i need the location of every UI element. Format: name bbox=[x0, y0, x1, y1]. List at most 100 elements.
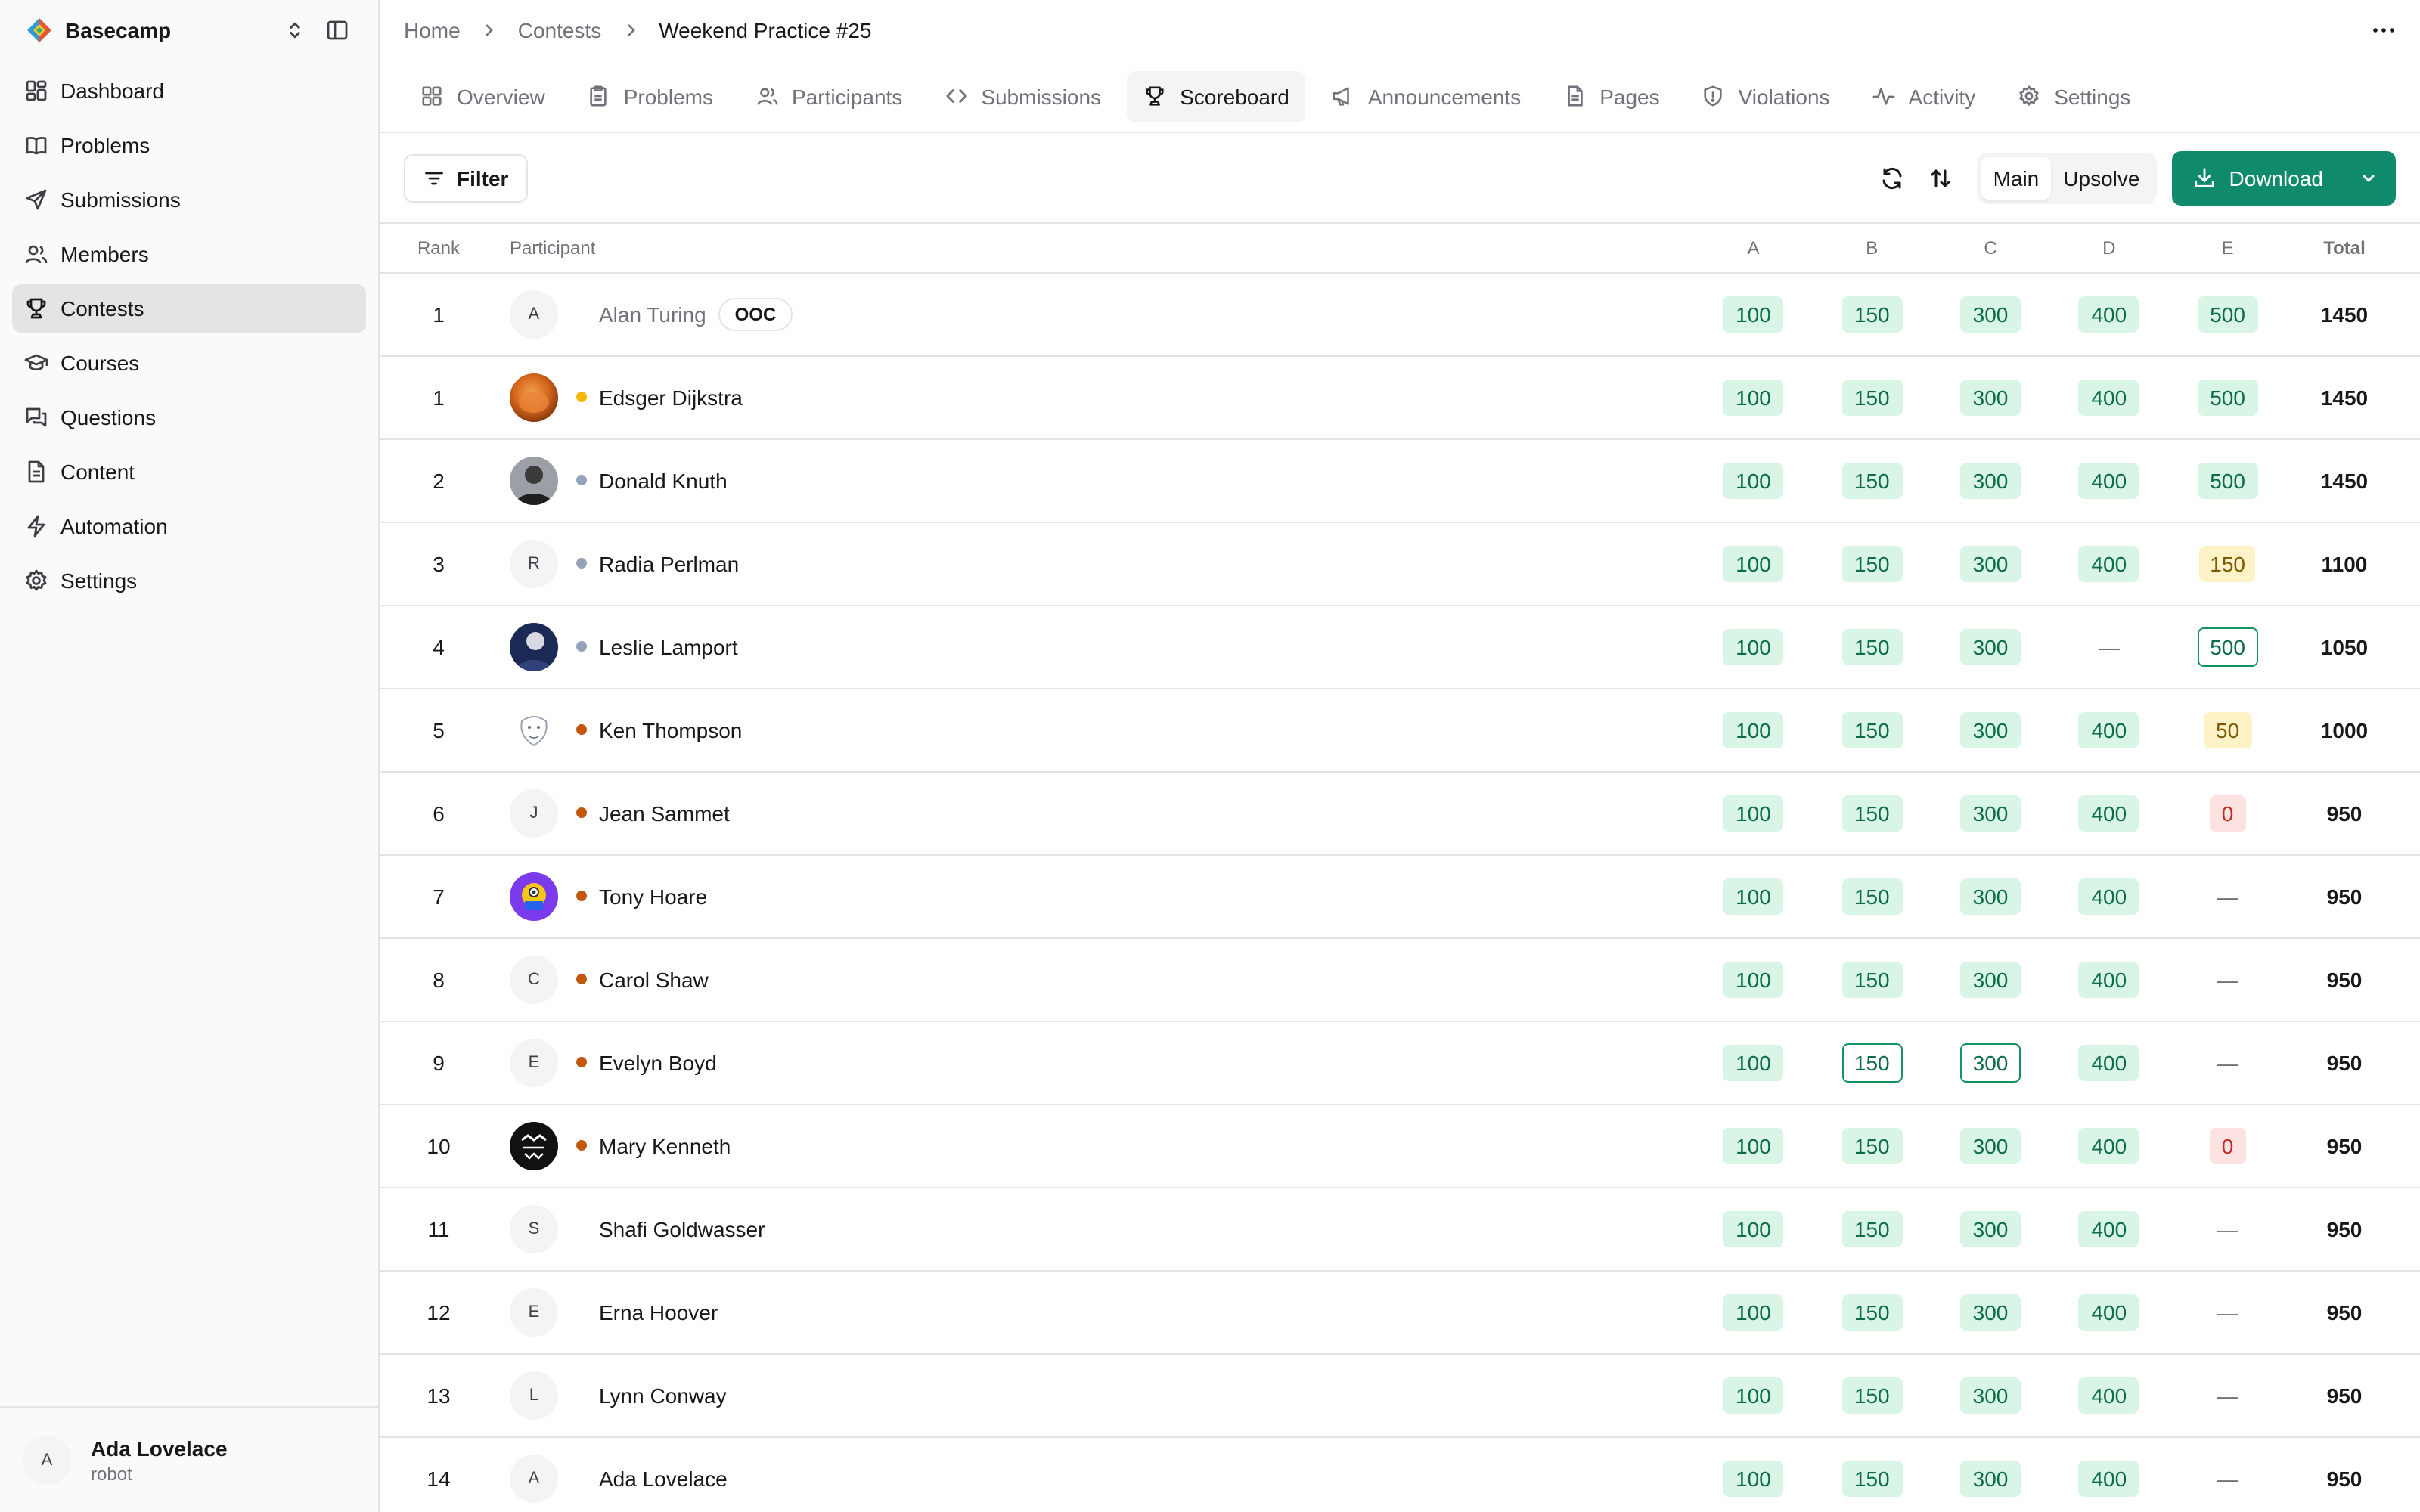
column-header-problem-d[interactable]: D bbox=[2049, 224, 2169, 273]
breadcrumb-contests[interactable]: Contests bbox=[518, 18, 602, 42]
score-badge[interactable]: 300 bbox=[1960, 545, 2021, 581]
table-row[interactable]: 13 L Lynn Conway 100 150 300 400 — 950 bbox=[380, 1353, 2420, 1437]
score-badge[interactable]: 100 bbox=[1723, 1294, 1784, 1330]
score-badge[interactable]: 300 bbox=[1960, 628, 2021, 665]
score-badge[interactable]: 300 bbox=[1960, 1043, 2021, 1082]
participant-name[interactable]: Radia Perlman bbox=[599, 551, 739, 575]
table-row[interactable]: 1 A Alan Turing OOC 100 150 300 400 500 1450 bbox=[380, 272, 2420, 356]
score-badge[interactable]: 150 bbox=[1841, 628, 1903, 665]
tab-pages[interactable]: Pages bbox=[1547, 70, 1676, 122]
more-options-icon[interactable] bbox=[2366, 12, 2402, 48]
tab-participants[interactable]: Participants bbox=[739, 70, 919, 122]
participant-name[interactable]: Jean Sammet bbox=[599, 801, 730, 825]
table-row[interactable]: 12 E Erna Hoover 100 150 300 400 — 950 bbox=[380, 1270, 2420, 1354]
tab-settings[interactable]: Settings bbox=[2001, 70, 2147, 122]
tab-overview[interactable]: Overview bbox=[404, 70, 562, 122]
score-badge[interactable]: 100 bbox=[1723, 1044, 1784, 1080]
score-badge[interactable]: 300 bbox=[1960, 296, 2021, 332]
score-badge[interactable]: 300 bbox=[1960, 1127, 2021, 1163]
score-badge[interactable]: 150 bbox=[1841, 1127, 1903, 1163]
score-badge[interactable]: 100 bbox=[1723, 379, 1784, 415]
score-badge[interactable]: 400 bbox=[2078, 1294, 2139, 1330]
score-badge[interactable]: 150 bbox=[1841, 545, 1903, 581]
score-badge[interactable]: 150 bbox=[1841, 379, 1903, 415]
tab-scoreboard[interactable]: Scoreboard bbox=[1127, 70, 1306, 122]
column-header-problem-c[interactable]: C bbox=[1931, 224, 2050, 273]
score-badge[interactable]: 150 bbox=[2199, 545, 2256, 581]
column-header-total[interactable]: Total bbox=[2287, 224, 2420, 273]
score-badge[interactable]: 400 bbox=[2078, 795, 2139, 831]
score-badge[interactable]: 300 bbox=[1960, 1210, 2021, 1247]
table-row[interactable]: 7 Tony Hoare 100 150 300 400 — 950 bbox=[380, 854, 2420, 938]
participant-name[interactable]: Alan Turing bbox=[599, 302, 706, 326]
score-badge[interactable]: 100 bbox=[1723, 795, 1784, 831]
sidebar-item-problems[interactable]: Problems bbox=[12, 121, 366, 169]
score-badge[interactable]: 100 bbox=[1723, 961, 1784, 997]
sidebar-item-automation[interactable]: Automation bbox=[12, 502, 366, 550]
score-badge[interactable]: 100 bbox=[1723, 296, 1784, 332]
score-badge[interactable]: 100 bbox=[1723, 1127, 1784, 1163]
score-badge[interactable]: 300 bbox=[1960, 1294, 2021, 1330]
score-badge[interactable]: 400 bbox=[2078, 1377, 2139, 1413]
score-badge[interactable]: 300 bbox=[1960, 711, 2021, 748]
refresh-icon[interactable] bbox=[1871, 156, 1913, 199]
score-badge[interactable]: 150 bbox=[1841, 1210, 1903, 1247]
table-row[interactable]: 4 Leslie Lamport 100 150 300 — 500 1050 bbox=[380, 605, 2420, 689]
score-badge[interactable]: 300 bbox=[1960, 961, 2021, 997]
tab-submissions[interactable]: Submissions bbox=[928, 70, 1118, 122]
table-row[interactable]: 5 Ken Thompson 100 150 300 400 50 1000 bbox=[380, 688, 2420, 772]
score-badge[interactable]: 400 bbox=[2078, 1044, 2139, 1080]
participant-name[interactable]: Erna Hoover bbox=[599, 1300, 718, 1324]
score-badge[interactable]: 150 bbox=[1841, 711, 1903, 748]
tab-activity[interactable]: Activity bbox=[1856, 70, 1993, 122]
breadcrumb-home[interactable]: Home bbox=[404, 18, 461, 42]
score-badge[interactable]: 150 bbox=[1841, 1460, 1903, 1496]
download-main[interactable]: Download bbox=[2171, 150, 2341, 205]
participant-name[interactable]: Leslie Lamport bbox=[599, 634, 738, 658]
participant-name[interactable]: Shafi Goldwasser bbox=[599, 1216, 765, 1241]
table-row[interactable]: 1 Edsger Dijkstra 100 150 300 400 500 1450 bbox=[380, 355, 2420, 439]
chevron-up-down-icon[interactable] bbox=[278, 14, 312, 47]
table-row[interactable]: 6 J Jean Sammet 100 150 300 400 0 950 bbox=[380, 771, 2420, 855]
score-badge[interactable]: 150 bbox=[1841, 1043, 1903, 1082]
mode-upsolve-option[interactable]: Upsolve bbox=[2051, 156, 2152, 199]
score-badge[interactable]: 100 bbox=[1723, 545, 1784, 581]
score-badge[interactable]: 400 bbox=[2078, 545, 2139, 581]
sidebar-item-content[interactable]: Content bbox=[12, 448, 366, 496]
score-badge[interactable]: 400 bbox=[2078, 1210, 2139, 1247]
column-header-rank[interactable]: Rank bbox=[380, 224, 498, 273]
participant-name[interactable]: Ken Thompson bbox=[599, 717, 742, 742]
table-row[interactable]: 9 E Evelyn Boyd 100 150 300 400 — 950 bbox=[380, 1021, 2420, 1105]
score-badge[interactable]: 400 bbox=[2078, 379, 2139, 415]
score-badge[interactable]: 300 bbox=[1960, 379, 2021, 415]
participant-name[interactable]: Carol Shaw bbox=[599, 967, 709, 991]
sidebar-toggle-icon[interactable] bbox=[321, 14, 354, 47]
sidebar-item-contests[interactable]: Contests bbox=[12, 284, 366, 333]
tab-problems[interactable]: Problems bbox=[571, 70, 730, 122]
participant-name[interactable]: Edsger Dijkstra bbox=[599, 385, 743, 409]
participant-name[interactable]: Mary Kenneth bbox=[599, 1133, 731, 1157]
score-badge[interactable]: 150 bbox=[1841, 878, 1903, 914]
score-badge[interactable]: 0 bbox=[2209, 1127, 2246, 1163]
score-badge[interactable]: 150 bbox=[1841, 1294, 1903, 1330]
score-badge[interactable]: 400 bbox=[2078, 296, 2139, 332]
score-badge[interactable]: 100 bbox=[1723, 1460, 1784, 1496]
participant-name[interactable]: Donald Knuth bbox=[599, 468, 728, 492]
score-badge[interactable]: 300 bbox=[1960, 878, 2021, 914]
download-button[interactable]: Download bbox=[2171, 150, 2396, 205]
table-row[interactable]: 14 A Ada Lovelace 100 150 300 400 — 950 bbox=[380, 1436, 2420, 1512]
score-badge[interactable]: 400 bbox=[2078, 462, 2139, 498]
score-badge[interactable]: 400 bbox=[2078, 878, 2139, 914]
participant-name[interactable]: Evelyn Boyd bbox=[599, 1050, 717, 1074]
score-badge[interactable]: 150 bbox=[1841, 795, 1903, 831]
score-badge[interactable]: 150 bbox=[1841, 296, 1903, 332]
table-row[interactable]: 11 S Shafi Goldwasser 100 150 300 400 — 950 bbox=[380, 1187, 2420, 1271]
score-badge[interactable]: 100 bbox=[1723, 1210, 1784, 1247]
sidebar-item-questions[interactable]: Questions bbox=[12, 393, 366, 442]
score-badge[interactable]: 100 bbox=[1723, 628, 1784, 665]
score-badge[interactable]: 500 bbox=[2197, 379, 2258, 415]
participant-name[interactable]: Tony Hoare bbox=[599, 884, 707, 908]
current-user[interactable]: A Ada Lovelace robot bbox=[0, 1406, 378, 1512]
sidebar-item-settings[interactable]: Settings bbox=[12, 556, 366, 605]
filter-button[interactable]: Filter bbox=[404, 153, 529, 202]
